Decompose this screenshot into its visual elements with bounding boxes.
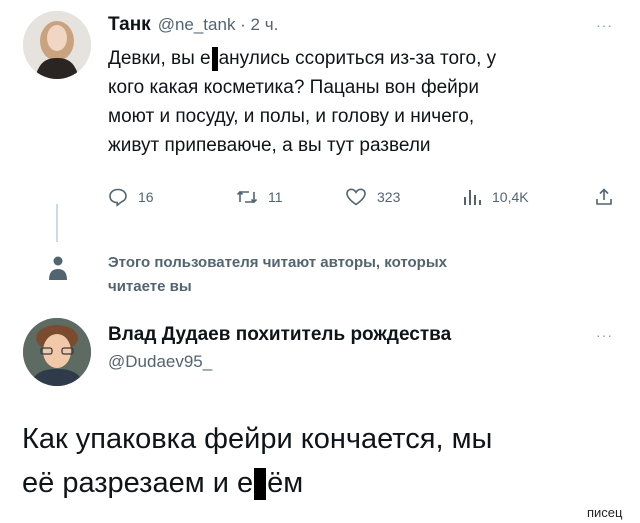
- reply-text: Как упаковка фейри кончается, мы её разр…: [22, 417, 622, 505]
- more-options-icon[interactable]: ···: [596, 17, 613, 33]
- avatar-photo: [23, 11, 91, 79]
- tweet-line: кого какая косметика? Пацаны вон фейри: [108, 77, 479, 98]
- share-icon: [596, 188, 612, 205]
- thread-line: [56, 204, 58, 242]
- tweet-line: моют и посуду, и полы, и голову и ничего…: [108, 106, 475, 127]
- share-button[interactable]: [594, 187, 614, 212]
- author-avatar[interactable]: [23, 11, 91, 79]
- reply-author-name[interactable]: Влад Дудаев похититель рождества: [108, 324, 451, 346]
- tweet-line: живут припеваюче, а вы тут развели: [108, 135, 431, 156]
- retweet-icon: [236, 190, 258, 204]
- like-button[interactable]: 323: [345, 187, 400, 207]
- like-count: 323: [377, 189, 401, 205]
- watermark: писец: [587, 505, 623, 520]
- reply-button[interactable]: 16: [108, 187, 154, 207]
- follow-notice: Этого пользователя читают авторы, которы…: [108, 251, 608, 299]
- retweet-button[interactable]: 11: [236, 187, 283, 207]
- tweet-text: Девки, вы е анулись ссориться из-за того,…: [108, 44, 628, 160]
- reply-icon: [109, 188, 127, 207]
- follow-notice-icon: [46, 254, 70, 289]
- reply-more-options-icon[interactable]: ···: [596, 327, 613, 343]
- reply-line: её разрезаем и е ём: [22, 461, 622, 505]
- reply-line-part: её разрезаем и е: [22, 467, 254, 499]
- avatar-photo: [23, 318, 91, 386]
- author-name[interactable]: Танк: [108, 14, 151, 36]
- views-count: 10,4K: [492, 189, 529, 205]
- heart-icon: [346, 188, 366, 206]
- reply-line-part: ём: [267, 467, 304, 499]
- reply-line: Как упаковка фейри кончается, мы: [22, 423, 493, 455]
- reply-author-avatar[interactable]: [23, 318, 91, 386]
- reply-count: 16: [138, 189, 154, 205]
- follow-notice-line: читаете вы: [108, 278, 192, 295]
- tweet-line-part: анулись ссориться из-за того, у: [218, 48, 497, 69]
- reply-author-handle[interactable]: @Dudaev95_: [108, 352, 212, 372]
- censor-bar: [211, 46, 218, 71]
- retweet-count: 11: [268, 189, 283, 205]
- person-icon: [49, 256, 67, 280]
- follow-notice-line: Этого пользователя читают авторы, которы…: [108, 254, 447, 271]
- views-button[interactable]: 10,4K: [462, 187, 529, 207]
- analytics-icon: [464, 190, 481, 205]
- censor-bar: [254, 468, 267, 501]
- author-meta[interactable]: @ne_tank · 2 ч.: [158, 15, 279, 35]
- tweet-line-part: Девки, вы е: [108, 48, 211, 69]
- tweet-line: Девки, вы е анулись ссориться из-за того,…: [108, 44, 628, 73]
